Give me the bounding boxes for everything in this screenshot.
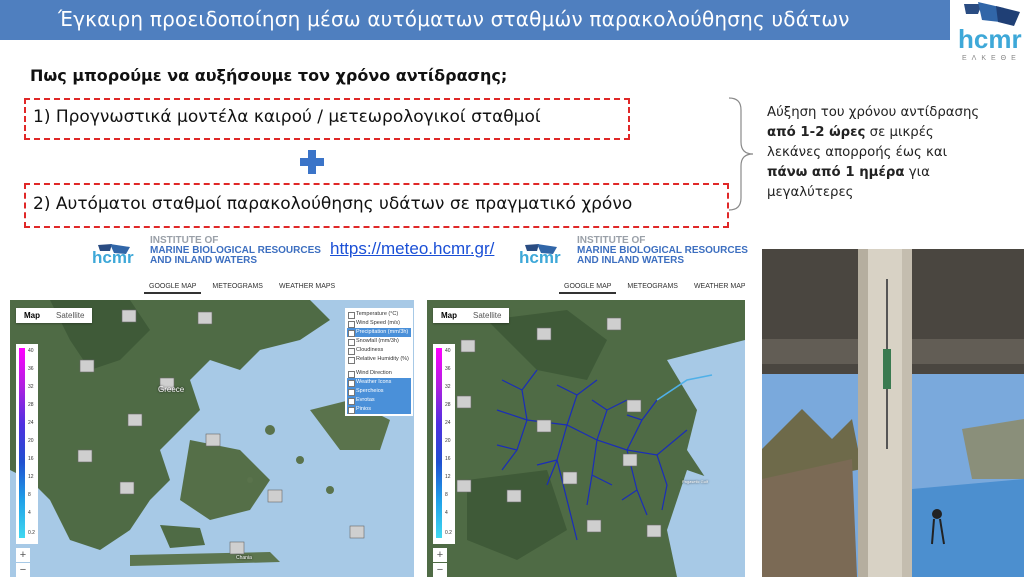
- color-scale: 40 36 32 28 24 20 16 12 8 4 0.2: [16, 344, 38, 544]
- map-type-map[interactable]: Map: [16, 308, 48, 323]
- river-map-thessaly[interactable]: GOOGLE MAP METEOGRAMS WEATHER MAPS Pagas…: [427, 272, 745, 577]
- map-label-greece: Greece: [158, 385, 185, 394]
- layer-wind-direction[interactable]: Wind Direction: [347, 369, 411, 378]
- layer-spercheios[interactable]: Spercheios: [347, 387, 411, 396]
- river-station-image: [762, 249, 1024, 577]
- note-line-2: από 1-2 ώρες σε μικρές: [767, 125, 934, 140]
- logo-text: hcmr: [958, 24, 1022, 54]
- zoom-in-button[interactable]: +: [433, 548, 447, 562]
- map-type-satellite[interactable]: Satellite: [48, 308, 92, 323]
- institute-logo: hcmr: [92, 240, 142, 270]
- zoom-out-button[interactable]: −: [433, 563, 447, 577]
- response-time-note: Αύξηση του χρόνου αντίδρασης από 1-2 ώρε…: [767, 103, 1024, 203]
- note-line-4: πάνω από 1 ημέρα για: [767, 165, 930, 180]
- layer-wind-speed[interactable]: Wind Speed (m/s): [347, 319, 411, 328]
- tab-weather-maps[interactable]: WEATHER MAPS: [274, 281, 340, 292]
- zoom-in-button[interactable]: +: [16, 548, 30, 562]
- tab-meteograms[interactable]: METEOGRAMS: [622, 281, 683, 292]
- map-nav: GOOGLE MAP METEOGRAMS WEATHER MAPS: [427, 272, 745, 300]
- map-nav: GOOGLE MAP METEOGRAMS WEATHER MAPS: [10, 272, 414, 300]
- layer-cloudiness[interactable]: Cloudiness: [347, 346, 411, 355]
- note-line-3: λεκάνες απορροής έως και: [767, 145, 948, 160]
- option-text-2: 2) Αυτόματοι σταθμοί παρακολούθησης υδάτ…: [33, 194, 633, 214]
- tab-weather-maps[interactable]: WEATHER MAPS: [689, 281, 745, 292]
- tab-google-map[interactable]: GOOGLE MAP: [144, 281, 202, 294]
- monitoring-station-photo: [762, 249, 1024, 577]
- map-label-chania: Chania: [236, 555, 252, 561]
- layer-weather-icons[interactable]: Weather Icons: [347, 378, 411, 387]
- layer-temperature[interactable]: Temperature (°C): [347, 310, 411, 319]
- institute-name: INSTITUTE OF MARINE BIOLOGICAL RESOURCES…: [577, 235, 748, 266]
- layer-evrotas[interactable]: Evrotas: [347, 396, 411, 405]
- layer-humidity[interactable]: Relative Humidity (%): [347, 355, 411, 364]
- layers-panel: Temperature (°C) Wind Speed (m/s) Precip…: [345, 308, 413, 416]
- option-text-1: 1) Προγνωστικά μοντέλα καιρού / μετεωρολ…: [33, 107, 541, 127]
- institute-name: INSTITUTE OF MARINE BIOLOGICAL RESOURCES…: [150, 235, 321, 266]
- logo-subtext: ΕΛΚΕΘΕ: [962, 55, 1021, 62]
- map-label-gulf: Pagasetic Gulf: [682, 479, 709, 484]
- tab-meteograms[interactable]: METEOGRAMS: [207, 281, 268, 292]
- tab-google-map[interactable]: GOOGLE MAP: [559, 281, 617, 294]
- option-box-monitoring: 2) Αυτόματοι σταθμοί παρακολούθησης υδάτ…: [24, 183, 729, 228]
- option-box-forecast: 1) Προγνωστικά μοντέλα καιρού / μετεωρολ…: [24, 98, 630, 140]
- right-brace-icon: [728, 97, 754, 211]
- map-type-toggle: Map Satellite: [433, 308, 510, 323]
- plus-icon: [300, 150, 324, 174]
- map-type-toggle: Map Satellite: [16, 308, 93, 323]
- question-heading: Πως μπορούμε να αυξήσουμε τον χρόνο αντί…: [30, 66, 508, 85]
- slide-title: Έγκαιρη προειδοποίηση μέσω αυτόματων στα…: [58, 7, 850, 31]
- meteo-link[interactable]: https://meteo.hcmr.gr/: [330, 239, 494, 259]
- color-scale: 40 36 32 28 24 20 16 12 8 4 0.2: [433, 344, 455, 544]
- layer-precipitation[interactable]: Precipitation (mm/3h): [347, 328, 411, 337]
- hcmr-logo: hcmr ΕΛΚΕΘΕ: [952, 0, 1024, 64]
- map-type-satellite[interactable]: Satellite: [465, 308, 509, 323]
- map-type-map[interactable]: Map: [433, 308, 465, 323]
- layer-pinios[interactable]: Pinios: [347, 405, 411, 414]
- layer-snowfall[interactable]: Snowfall (mm/3h): [347, 337, 411, 346]
- note-line-1: Αύξηση του χρόνου αντίδρασης: [767, 105, 980, 120]
- weather-map-greece[interactable]: GOOGLE MAP METEOGRAMS WEATHER MAPS Greec…: [10, 272, 414, 577]
- note-line-5: μεγαλύτερες: [767, 185, 854, 200]
- title-bar: Έγκαιρη προειδοποίηση μέσω αυτόματων στα…: [0, 0, 950, 40]
- institute-logo: hcmr: [519, 240, 569, 270]
- zoom-out-button[interactable]: −: [16, 563, 30, 577]
- terrain-map: [427, 300, 745, 577]
